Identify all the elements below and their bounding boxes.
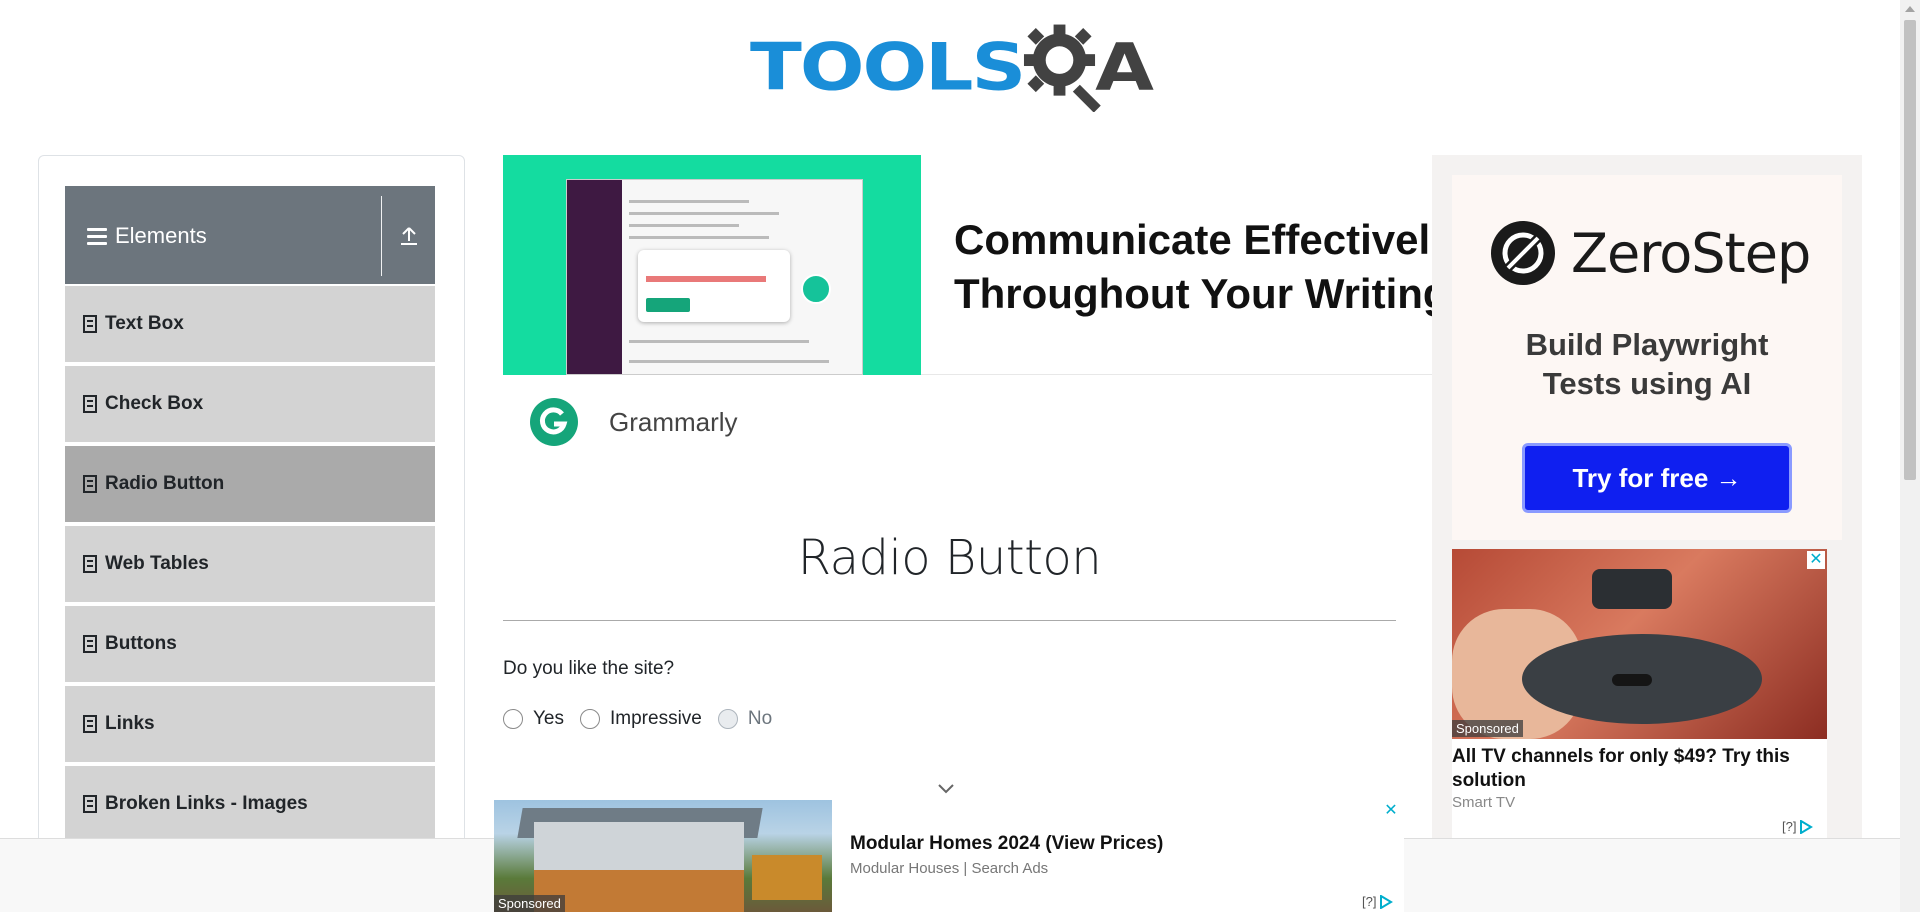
radio-no: No — [717, 708, 773, 730]
zerostep-brand: ZeroStep — [1571, 221, 1811, 285]
logo-letter: A — [1095, 28, 1154, 105]
adchoices-icon — [1380, 894, 1394, 909]
ad-headline: Communicate Effectivel Throughout Your W… — [954, 216, 1433, 317]
bottom-ad-image: Sponsored — [494, 800, 832, 912]
grammarly-badge-icon — [801, 274, 831, 304]
radio-circle[interactable] — [580, 709, 600, 729]
try-for-free-button[interactable]: Try for free → — [1522, 443, 1792, 513]
right-ad-column: ZeroStep Build Playwright Tests using AI… — [1432, 155, 1862, 845]
tv-ad-headline[interactable]: All TV channels for only $49? Try this s… — [1452, 745, 1822, 793]
radio-circle[interactable] — [503, 709, 523, 729]
radio-label[interactable]: Impressive — [610, 708, 702, 730]
sidebar-item-label: Web Tables — [105, 553, 209, 574]
sidebar-item-label: Radio Button — [105, 473, 225, 494]
document-icon — [83, 315, 97, 333]
tv-ad-source: Smart TV — [1452, 794, 1516, 811]
smart-tv-ad[interactable]: Sponsored ✕ All TV channels for only $49… — [1452, 549, 1827, 839]
grammarly-ad[interactable]: Communicate Effectivel Throughout Your W… — [503, 155, 1433, 475]
sidebar-item-label: Text Box — [105, 313, 184, 334]
ad-choices-label: [?] — [1782, 819, 1797, 834]
radio-label: No — [747, 708, 773, 729]
document-icon — [83, 635, 97, 653]
toolsqa-logo[interactable]: TOOLS A — [750, 18, 1154, 116]
document-icon — [83, 795, 97, 813]
radio-impressive[interactable]: Impressive — [580, 708, 702, 730]
document-icon — [83, 395, 97, 413]
radio-circle — [717, 709, 738, 729]
ad-choices[interactable]: [?] — [1362, 894, 1394, 909]
site-header: TOOLS A — [0, 0, 1900, 120]
ad-choices-label: [?] — [1362, 894, 1377, 909]
bottom-ad-source: Modular Houses | Search Ads — [850, 860, 1049, 877]
bottom-ad-headline[interactable]: Modular Homes 2024 (View Prices) — [850, 833, 1163, 855]
logo-text: TOOLS — [750, 28, 1026, 105]
sidebar-item-radio-button[interactable]: Radio Button — [65, 444, 435, 522]
modular-homes-ad[interactable]: Sponsored Modular Homes 2024 (View Price… — [494, 798, 1404, 912]
vertical-scrollbar[interactable] — [1900, 0, 1920, 912]
sponsored-badge: Sponsored — [1452, 720, 1523, 737]
ad-choices[interactable]: [?] — [1782, 819, 1814, 834]
ad-brand-name: Grammarly — [609, 407, 738, 437]
sidebar-item-links[interactable]: Links — [65, 684, 435, 762]
chevron-down-icon[interactable] — [937, 783, 955, 795]
sidebar-item-label: Check Box — [105, 393, 204, 414]
tv-ad-image: Sponsored — [1452, 549, 1827, 739]
sidebar-item-buttons[interactable]: Buttons — [65, 604, 435, 682]
radio-group: Yes Impressive No — [503, 708, 788, 730]
sidebar-item-check-box[interactable]: Check Box — [65, 364, 435, 442]
zerostep-ad[interactable]: ZeroStep Build Playwright Tests using AI… — [1452, 175, 1842, 540]
sidebar-item-broken-links[interactable]: Broken Links - Images — [65, 764, 435, 842]
adchoices-icon — [1800, 819, 1814, 834]
document-icon — [83, 715, 97, 733]
radio-label[interactable]: Yes — [533, 708, 564, 730]
title-divider — [503, 620, 1396, 621]
sponsored-badge: Sponsored — [494, 895, 565, 912]
page-title: Radio Button — [797, 530, 1102, 586]
close-icon[interactable]: ✕ — [1382, 802, 1400, 820]
gear-magnifier-icon — [1024, 24, 1101, 112]
scroll-up-icon[interactable] — [1905, 6, 1915, 12]
hamburger-icon — [87, 227, 107, 245]
ad-image — [503, 155, 921, 375]
zerostep-logo: ZeroStep — [1490, 220, 1811, 286]
collapse-upload-icon[interactable] — [397, 224, 421, 248]
zerostep-mark-icon — [1491, 221, 1555, 285]
sidebar-item-label: Buttons — [105, 633, 177, 654]
ad-divider — [921, 374, 1433, 375]
document-icon — [83, 555, 97, 573]
document-icon — [83, 475, 97, 493]
sidebar-item-web-tables[interactable]: Web Tables — [65, 524, 435, 602]
scrollbar-thumb[interactable] — [1904, 20, 1916, 480]
question-text: Do you like the site? — [503, 658, 675, 679]
sidebar-item-label: Broken Links - Images — [105, 793, 308, 814]
radio-yes[interactable]: Yes — [503, 708, 564, 730]
sidebar-item-label: Links — [105, 713, 155, 734]
zerostep-tagline: Build Playwright Tests using AI — [1525, 327, 1769, 401]
sidebar-group-elements[interactable]: Elements — [65, 186, 435, 286]
header-divider — [381, 196, 382, 276]
close-icon[interactable]: ✕ — [1807, 551, 1825, 569]
sidebar-group-title: Elements — [115, 223, 207, 248]
sidebar-item-text-box[interactable]: Text Box — [65, 284, 435, 362]
grammarly-logo-icon — [530, 398, 578, 446]
ad-screenshot — [566, 179, 863, 375]
